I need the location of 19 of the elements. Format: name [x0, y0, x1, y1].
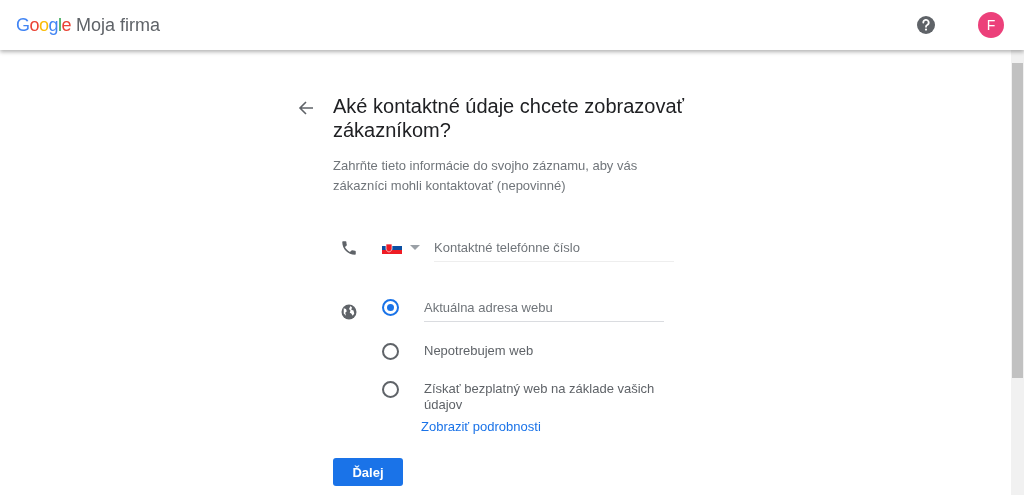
phone-icon: [340, 239, 358, 257]
google-logo[interactable]: Google: [16, 14, 72, 36]
globe-icon: [340, 303, 358, 321]
help-icon[interactable]: [916, 15, 936, 35]
back-arrow-icon[interactable]: [298, 100, 314, 116]
flag-icon: [382, 242, 402, 254]
details-link[interactable]: Zobraziť podrobnosti: [421, 419, 541, 434]
page-description: Zahrňte tieto informácie do svojho záznamu, aby vás zákazníci mohli kontaktovať (nepovinné): [333, 157, 639, 195]
scrollbar[interactable]: [1011, 50, 1024, 495]
radio-button[interactable]: [382, 381, 399, 398]
page-title: Aké kontaktné údaje chcete zobrazovať zákazníkom?: [333, 94, 686, 142]
account-avatar[interactable]: F: [978, 12, 1004, 38]
radio-button[interactable]: [382, 343, 399, 360]
next-button[interactable]: Ďalej: [333, 458, 403, 486]
caret-icon: [410, 245, 420, 251]
product-name: Moja firma: [76, 14, 161, 36]
radio-button[interactable]: [382, 299, 399, 316]
option-label[interactable]: Nepotrebujem web: [424, 343, 666, 359]
option-label[interactable]: Získať bezplatný web na základe vašich údajov: [424, 381, 666, 413]
